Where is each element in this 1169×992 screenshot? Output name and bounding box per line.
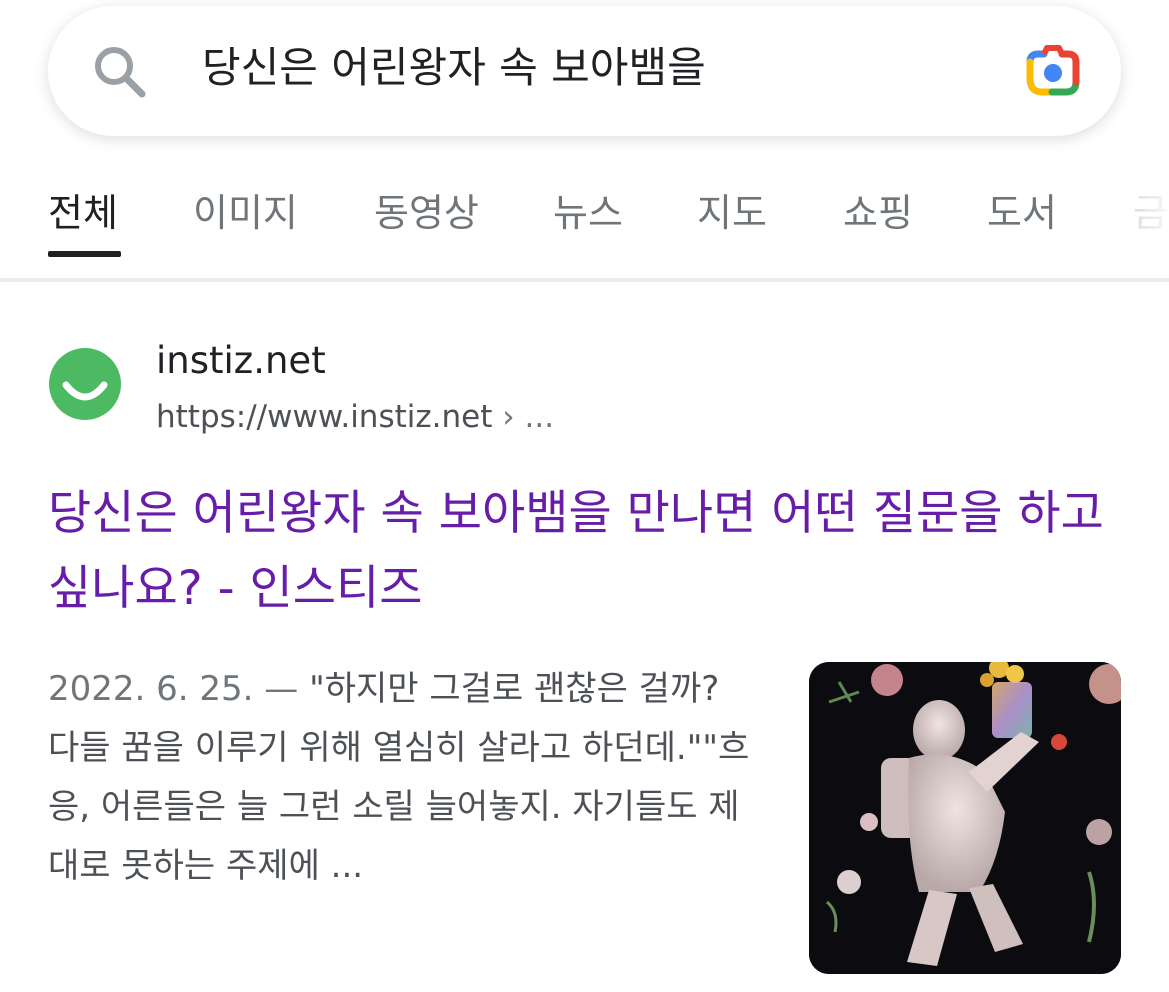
tab-images[interactable]: 이미지 xyxy=(193,188,298,238)
astronaut-flowers-image xyxy=(809,662,1121,974)
smiley-favicon-icon[interactable] xyxy=(48,347,122,421)
result-url-suffix: › ... xyxy=(502,399,555,435)
result-date: 2022. 6. 25. — xyxy=(48,669,299,709)
search-tabs: 전체 이미지 동영상 뉴스 지도 쇼핑 도서 금 xyxy=(0,180,1169,260)
google-lens-icon[interactable] xyxy=(1020,42,1084,100)
tab-finance[interactable]: 금 xyxy=(1133,188,1168,238)
result-title-link[interactable]: 당신은 어린왕자 속 보아뱀을 만나면 어떤 질문을 하고 싶나요? - 인스티… xyxy=(48,476,1128,626)
result-site-name[interactable]: instiz.net xyxy=(156,338,326,384)
tab-maps[interactable]: 지도 xyxy=(697,188,767,238)
tab-videos[interactable]: 동영상 xyxy=(374,188,479,238)
search-input[interactable]: 당신은 어린왕자 속 보아뱀을 xyxy=(202,38,706,98)
tab-all[interactable]: 전체 xyxy=(48,188,118,238)
result-snippet: 2022. 6. 25. — "하지만 그걸로 괜찮은 걸까? 다들 꿈을 이루… xyxy=(48,660,758,896)
tab-books[interactable]: 도서 xyxy=(987,188,1057,238)
tabs-divider xyxy=(0,278,1169,282)
tab-news[interactable]: 뉴스 xyxy=(553,188,623,238)
active-tab-indicator xyxy=(48,251,121,257)
search-results-page: 당신은 어린왕자 속 보아뱀을 전체 이미지 동영상 뉴스 지도 쇼핑 도서 금… xyxy=(0,0,1169,992)
result-thumbnail[interactable] xyxy=(809,662,1121,974)
result-url[interactable]: https://www.instiz.net › ... xyxy=(156,396,554,438)
result-url-text: https://www.instiz.net xyxy=(156,399,493,435)
tab-shopping[interactable]: 쇼핑 xyxy=(843,188,913,238)
search-icon[interactable] xyxy=(90,42,150,102)
